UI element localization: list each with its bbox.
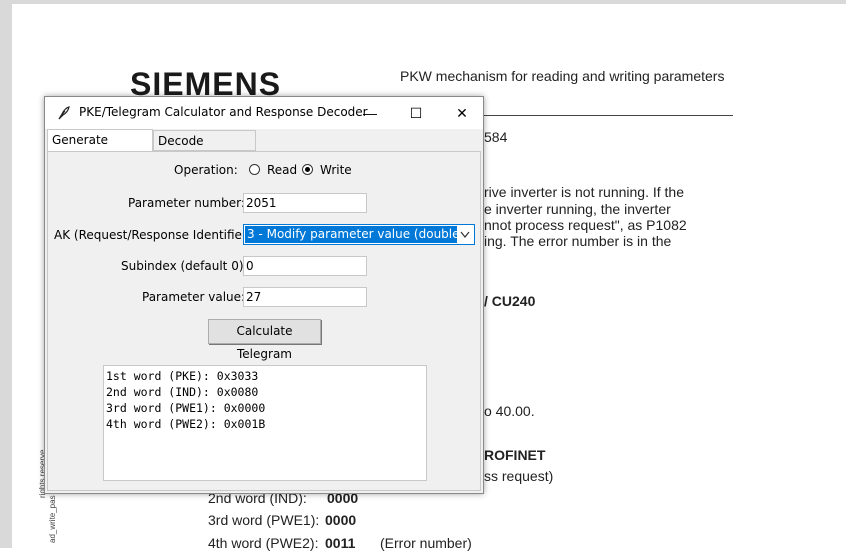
subindex-input[interactable]: 0	[243, 256, 367, 276]
doc-row-pwe2-note: (Error number)	[380, 535, 472, 551]
ak-select[interactable]: 3 - Modify parameter value (double wor	[243, 224, 475, 245]
doc-row-pwe2-label: 4th word (PWE2):	[208, 535, 319, 551]
ak-selected-value: 3 - Modify parameter value (double wor	[245, 226, 457, 243]
side-margin-filename: ad_write_pas	[48, 495, 57, 543]
doc-fragment-line4: ing. The error number is in the	[484, 233, 672, 249]
read-radio[interactable]	[249, 164, 260, 175]
screen-left-edge	[0, 0, 12, 548]
parameter-number-input[interactable]: 2051	[243, 193, 367, 213]
doc-fragment-line1: rive inverter is not running. If the	[484, 184, 684, 200]
doc-fragment-cu240: / CU240	[484, 293, 536, 309]
output-line-pwe2: 4th word (PWE2): 0x001B	[106, 417, 266, 431]
doc-row-pwe1-value: 0000	[325, 512, 357, 528]
doc-fragment-584: 584	[484, 129, 508, 145]
doc-fragment-40: o 40.00.	[484, 403, 535, 419]
feather-icon	[58, 106, 70, 120]
output-line-pwe1: 3rd word (PWE1): 0x0000	[106, 401, 266, 415]
doc-row-pwe2-value: 0011	[325, 535, 356, 551]
telegram-output-text[interactable]: 1st word (PKE): 0x3033 2nd word (IND): 0…	[103, 365, 427, 481]
output-line-pke: 1st word (PKE): 0x3033	[106, 369, 259, 383]
doc-fragment-request: ss request)	[484, 468, 554, 484]
output-line-ind: 2nd word (IND): 0x0080	[106, 385, 259, 399]
chevron-down-icon[interactable]	[458, 227, 472, 242]
parameter-value-input[interactable]: 27	[243, 287, 367, 307]
ak-label: AK (Request/Response Identifier):	[54, 228, 256, 242]
parameter-number-label: Parameter number:	[128, 196, 245, 210]
doc-fragment-line3: nnot process request", as P1082	[484, 217, 687, 233]
minimize-button[interactable]: —	[347, 97, 393, 129]
document-header: PKW mechanism for reading and writing pa…	[400, 68, 725, 84]
window-title: PKE/Telegram Calculator and Response Dec…	[79, 105, 368, 119]
operation-label: Operation:	[174, 163, 238, 177]
write-radio[interactable]	[302, 164, 313, 175]
maximize-button[interactable]: ☐	[393, 97, 439, 129]
tab-decode-response[interactable]: Decode Response	[153, 130, 256, 168]
write-radio-label[interactable]: Write	[320, 163, 352, 177]
doc-row-pwe1-label: 3rd word (PWE1):	[208, 512, 320, 528]
calculator-window: PKE/Telegram Calculator and Response Dec…	[44, 96, 484, 494]
subindex-label: Subindex (default 0):	[121, 259, 248, 273]
title-bar[interactable]: PKE/Telegram Calculator and Response Dec…	[45, 97, 483, 129]
parameter-value-label: Parameter value:	[142, 290, 246, 304]
calculate-telegram-button[interactable]: Calculate Telegram	[208, 319, 321, 361]
doc-fragment-line2: e inverter running, the inverter	[484, 201, 671, 217]
close-button[interactable]: ✕	[439, 97, 485, 129]
tab-generate-telegram[interactable]: Generate Telegram	[47, 129, 153, 167]
read-radio-label[interactable]: Read	[267, 163, 297, 177]
generate-telegram-panel: Operation: Read Write Parameter number: …	[47, 151, 481, 491]
doc-fragment-profinet: ROFINET	[484, 447, 546, 463]
